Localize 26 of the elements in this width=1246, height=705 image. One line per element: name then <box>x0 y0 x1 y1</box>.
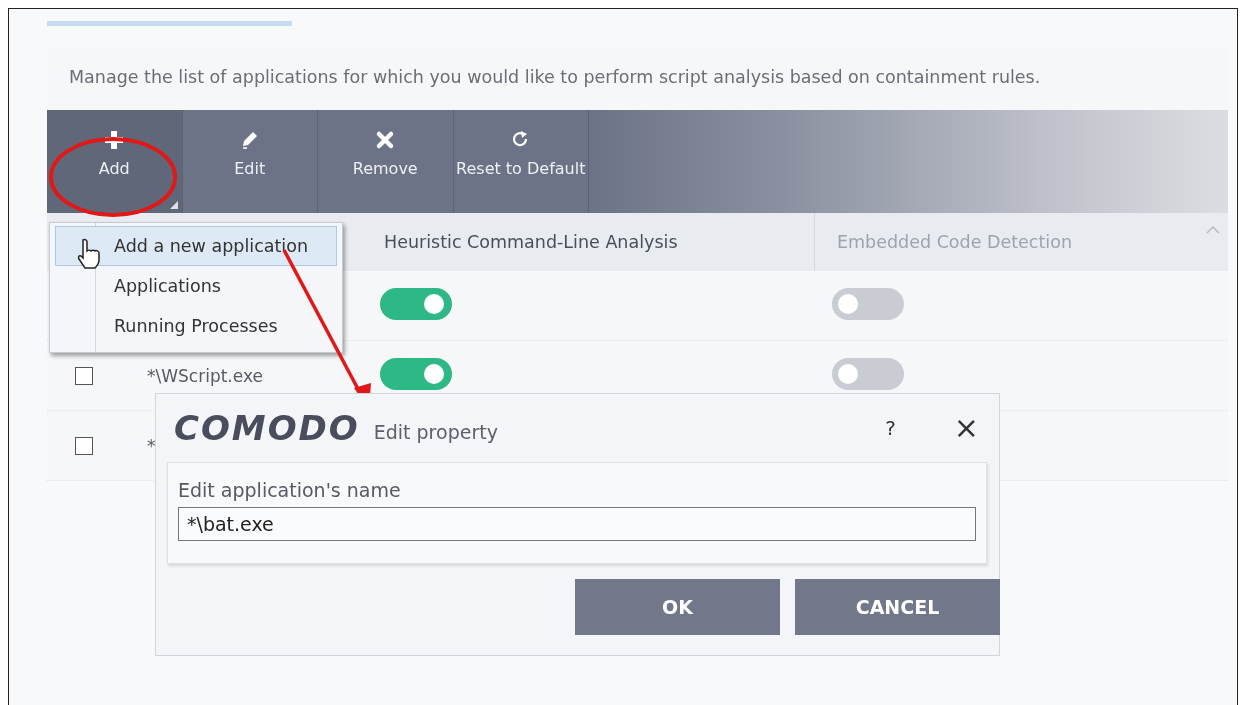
toggle-switch[interactable] <box>380 357 452 390</box>
close-button[interactable]: × <box>953 413 979 443</box>
column-header: Heuristic Command-Line Analysis <box>383 232 679 252</box>
brand-logo: COMODO <box>174 411 360 445</box>
cancel-button[interactable]: CANCEL <box>795 579 1000 635</box>
hand-cursor-icon <box>77 238 100 269</box>
toggle-switch[interactable] <box>832 357 904 390</box>
description-text: Manage the list of applications for which you would like to perform script analysis based on containment rules. <box>68 66 1042 89</box>
toggle-switch[interactable] <box>380 287 452 320</box>
scroll-up-icon[interactable] <box>1206 225 1220 234</box>
help-button[interactable]: ? <box>885 416 896 440</box>
column-header: Embedded Code Detection <box>814 213 1198 271</box>
checkbox[interactable] <box>75 436 93 455</box>
ok-button[interactable]: OK <box>575 579 780 635</box>
menu-item[interactable]: Applications <box>55 266 337 306</box>
menu-item[interactable]: Running Processes <box>55 306 337 346</box>
menu-item[interactable]: Add a new application <box>55 226 337 266</box>
dialog-title: Edit property <box>373 421 498 443</box>
toggle-switch[interactable] <box>832 287 904 320</box>
field-label: Edit application's name <box>178 479 402 501</box>
add-button[interactable]: Add <box>47 110 183 213</box>
plus-icon <box>104 130 125 150</box>
name-input-field[interactable]: *\bat.exe <box>178 507 976 541</box>
cross-icon <box>375 130 396 150</box>
checkbox[interactable] <box>75 366 93 385</box>
application-name: *\WScript.exe <box>147 365 263 386</box>
